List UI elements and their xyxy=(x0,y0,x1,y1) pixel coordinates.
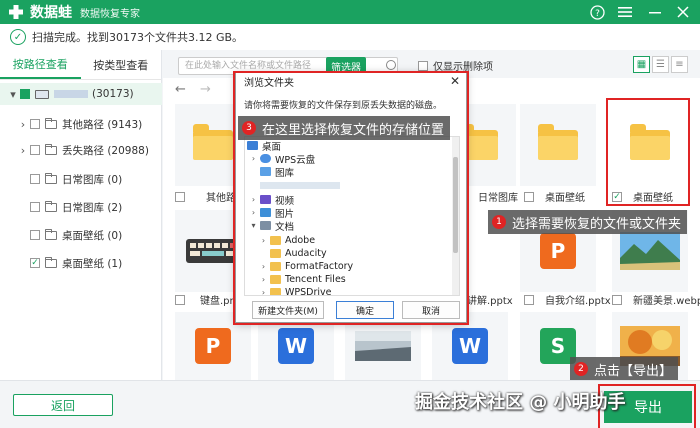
menu-icon[interactable] xyxy=(616,3,634,21)
drive-label-blurred xyxy=(54,90,88,98)
folder-icon xyxy=(193,124,233,160)
file-name: 新疆美景.webp xyxy=(633,296,700,307)
file-checkbox[interactable] xyxy=(524,294,534,305)
file-item[interactable]: 日常图库 xyxy=(478,189,518,204)
step-number-badge: 3 xyxy=(242,121,256,135)
left-panel: 按路径查看 按类型查看 ▾ (30173) › 其他路径 (9143) › 丢失… xyxy=(0,50,162,380)
grid-view-icon[interactable]: ▦ xyxy=(633,56,650,73)
file-tile[interactable] xyxy=(520,104,596,186)
callout-step-2: 2 点击【导出】 xyxy=(570,357,679,381)
tree-item-label: 桌面壁纸 (1) xyxy=(62,257,123,270)
selection-highlight-frame xyxy=(606,98,690,206)
tree-item-daily-gallery[interactable]: 日常图库 (0) xyxy=(0,168,162,190)
tree-item-label: 日常图库 (0) xyxy=(62,173,123,186)
svg-text:?: ? xyxy=(595,9,600,19)
close-icon[interactable] xyxy=(674,3,692,21)
tree-checkbox[interactable] xyxy=(30,174,40,184)
app-window: 数据蛙 数据恢复专家 ? ✓ 扫描完成。找到30173个文件共3.12 GB。 … xyxy=(0,0,700,428)
deleted-only-checkbox[interactable] xyxy=(418,60,428,71)
folder-icon xyxy=(45,256,57,268)
file-name: 日常图库 xyxy=(478,193,518,204)
tree-item-lost-paths[interactable]: › 丢失路径 (20988) xyxy=(0,139,162,161)
check-icon: ✓ xyxy=(10,29,26,45)
tree-checkbox[interactable] xyxy=(30,202,40,212)
tree-item-daily-gallery-2[interactable]: 日常图库 (2) xyxy=(0,196,162,218)
dialog-highlight-frame xyxy=(233,71,469,325)
app-logo-icon xyxy=(6,3,26,21)
search-icon[interactable] xyxy=(386,60,396,70)
chevron-right-icon[interactable]: › xyxy=(16,144,30,157)
tree-item-wallpaper-2[interactable]: ✓ 桌面壁纸 (1) xyxy=(0,252,162,274)
folder-icon xyxy=(45,200,57,212)
ppt-icon: P xyxy=(195,328,231,364)
tree-item-label: 其他路径 (9143) xyxy=(62,118,143,131)
file-name: 桌面壁纸 xyxy=(545,193,585,204)
chevron-down-icon[interactable]: ▾ xyxy=(6,88,20,101)
tree-root-item[interactable]: ▾ (30173) xyxy=(0,83,162,105)
file-item[interactable]: 桌面壁纸 xyxy=(524,189,585,204)
tree-item-label: 丢失路径 (20988) xyxy=(62,144,149,157)
folder-icon xyxy=(45,143,57,155)
callout-text: 在这里选择恢复文件的存储位置 xyxy=(262,122,445,138)
callout-text: 点击【导出】 xyxy=(594,363,673,379)
tree-item-other-paths[interactable]: › 其他路径 (9143) xyxy=(0,113,162,135)
folder-icon xyxy=(45,172,57,184)
tree-checkbox[interactable] xyxy=(30,230,40,240)
minimize-icon[interactable] xyxy=(646,3,664,21)
ppt-icon: P xyxy=(540,233,576,269)
back-arrow-icon[interactable]: ← xyxy=(175,82,186,97)
step-number-badge: 2 xyxy=(574,362,588,376)
scan-status-text: 扫描完成。找到30173个文件共3.12 GB。 xyxy=(32,31,244,44)
help-icon[interactable]: ? xyxy=(588,3,606,21)
tree-item-label: 日常图库 (2) xyxy=(62,201,123,214)
file-name: 自我介绍.pptx xyxy=(545,296,611,307)
tab-by-path[interactable]: 按路径查看 xyxy=(0,50,81,79)
tab-by-type[interactable]: 按类型查看 xyxy=(81,50,162,79)
file-item[interactable]: 讲解.pptx xyxy=(467,292,513,307)
back-button[interactable]: 返回 xyxy=(13,394,113,416)
app-name: 数据蛙 xyxy=(30,5,72,21)
landscape-thumbnail-icon xyxy=(620,232,680,270)
callout-text: 选择需要恢复的文件或文件夹 xyxy=(512,216,682,232)
word-icon: W xyxy=(452,328,488,364)
root-count: (30173) xyxy=(92,88,134,100)
file-checkbox[interactable] xyxy=(524,191,534,202)
callout-step-1: 1 选择需要恢复的文件或文件夹 xyxy=(488,210,688,234)
list-view-icon[interactable]: ☰ xyxy=(652,56,669,73)
chevron-right-icon[interactable]: › xyxy=(16,118,30,131)
forward-arrow-icon[interactable]: → xyxy=(200,82,211,97)
callout-step-3: 3 在这里选择恢复文件的存储位置 xyxy=(238,116,451,140)
tree-checkbox[interactable] xyxy=(30,119,40,129)
tree-checkbox[interactable] xyxy=(30,145,40,155)
tree-item-label: 桌面壁纸 (0) xyxy=(62,229,123,242)
folder-icon xyxy=(45,117,57,129)
drive-icon xyxy=(35,89,49,99)
tree-checkbox-checked[interactable]: ✓ xyxy=(30,258,40,268)
folder-icon xyxy=(45,228,57,240)
step-number-badge: 1 xyxy=(492,215,506,229)
detail-view-icon[interactable]: ≡ xyxy=(671,56,688,73)
folder-icon xyxy=(538,124,578,160)
file-checkbox[interactable] xyxy=(175,294,185,305)
file-item[interactable]: 新疆美景.webp xyxy=(612,292,700,307)
watermark-text: 掘金技术社区 @ 小明助手 xyxy=(415,392,626,413)
view-tabs: 按路径查看 按类型查看 xyxy=(0,50,161,80)
file-item[interactable]: 自我介绍.pptx xyxy=(524,292,611,307)
tree-item-wallpaper[interactable]: 桌面壁纸 (0) xyxy=(0,224,162,246)
photo-thumbnail-icon xyxy=(355,331,411,361)
word-icon: W xyxy=(278,328,314,364)
root-checkbox[interactable] xyxy=(20,89,30,99)
file-name: 讲解.pptx xyxy=(467,296,513,307)
app-subtitle: 数据恢复专家 xyxy=(80,8,140,20)
file-checkbox[interactable] xyxy=(612,294,622,305)
scan-status-bar: ✓ 扫描完成。找到30173个文件共3.12 GB。 xyxy=(0,24,700,50)
title-bar: 数据蛙 数据恢复专家 ? xyxy=(0,0,700,24)
file-checkbox[interactable] xyxy=(175,191,185,202)
